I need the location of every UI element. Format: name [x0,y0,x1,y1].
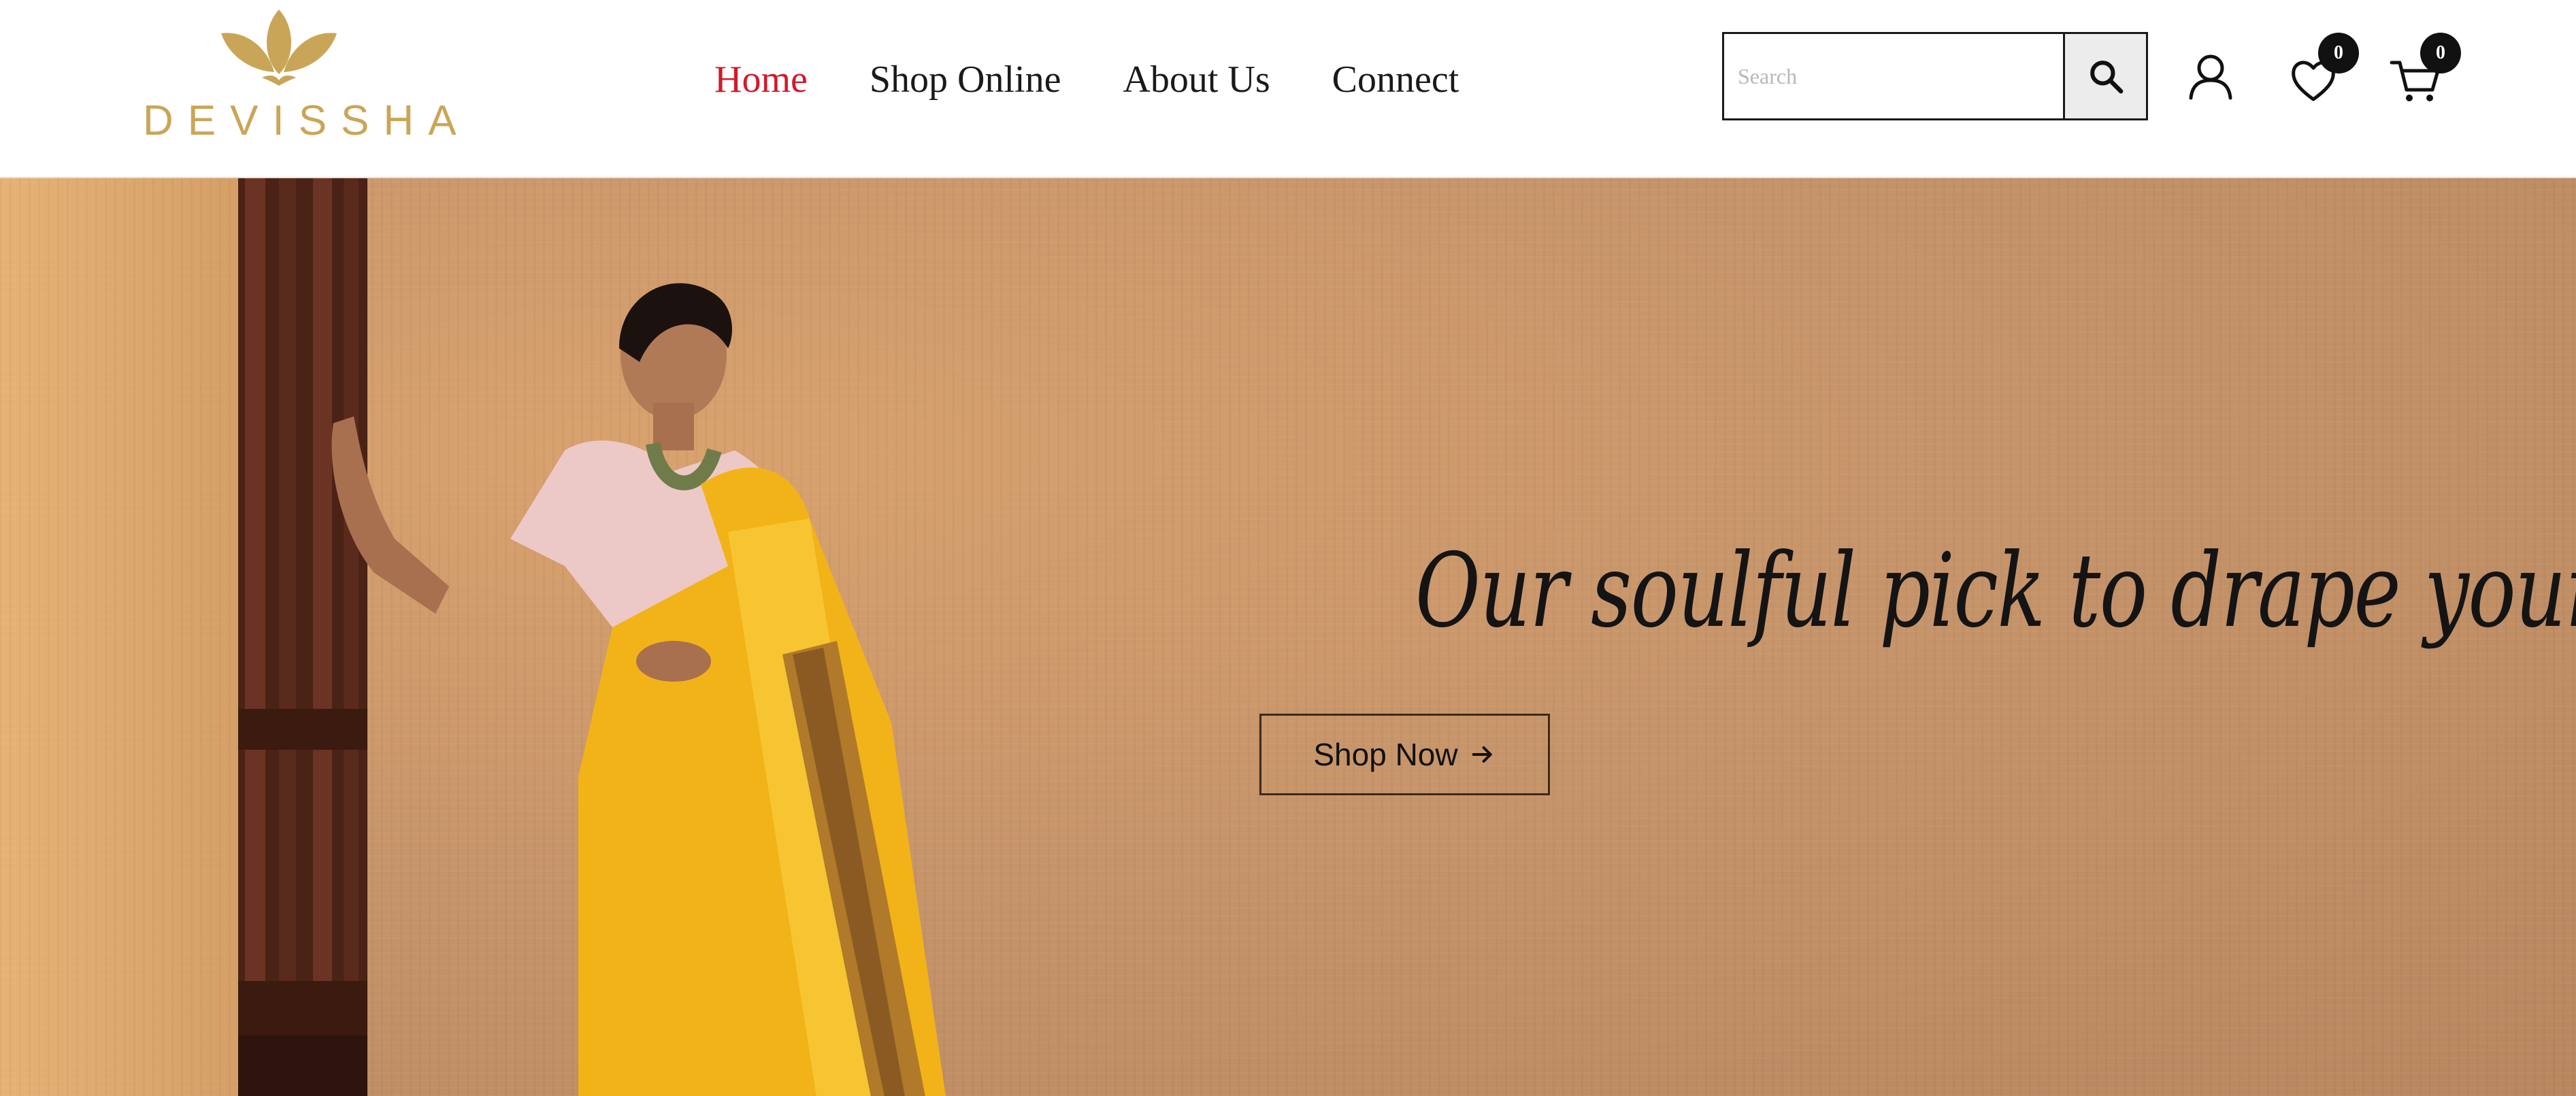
user-icon [2189,54,2232,100]
search-button[interactable] [2063,34,2146,118]
hero-banner: Our soulful pick to drape your heart Sho… [0,178,2576,1096]
hero-tagline: Our soulful pick to drape your heart [1415,532,2576,650]
cart-button[interactable]: 0 [2378,33,2461,116]
brand-logo[interactable]: DEVISSHA [136,10,471,146]
nav-home[interactable]: Home [714,49,808,110]
brand-name: DEVISSHA [143,97,471,144]
site-header: DEVISSHA Home Shop Online About Us Conne… [0,0,2576,178]
main-nav: Home Shop Online About Us Connect [714,49,1521,110]
wishlist-button[interactable]: 0 [2276,33,2359,116]
arrow-right-icon [1469,741,1496,768]
lotus-logo-icon [221,10,337,86]
search-box [1722,32,2148,120]
model-in-yellow-saree-image [331,283,946,1096]
shop-now-label: Shop Now [1313,737,1458,772]
nav-shop-online[interactable]: Shop Online [870,49,1061,110]
account-button[interactable] [2173,41,2248,116]
cart-count-badge: 0 [2420,33,2461,73]
wishlist-count-badge: 0 [2318,33,2359,73]
shop-now-button[interactable]: Shop Now [1259,714,1550,795]
nav-about-us[interactable]: About Us [1123,49,1270,110]
nav-connect[interactable]: Connect [1332,49,1459,110]
search-input[interactable] [1724,34,2063,118]
search-icon [2090,61,2123,94]
